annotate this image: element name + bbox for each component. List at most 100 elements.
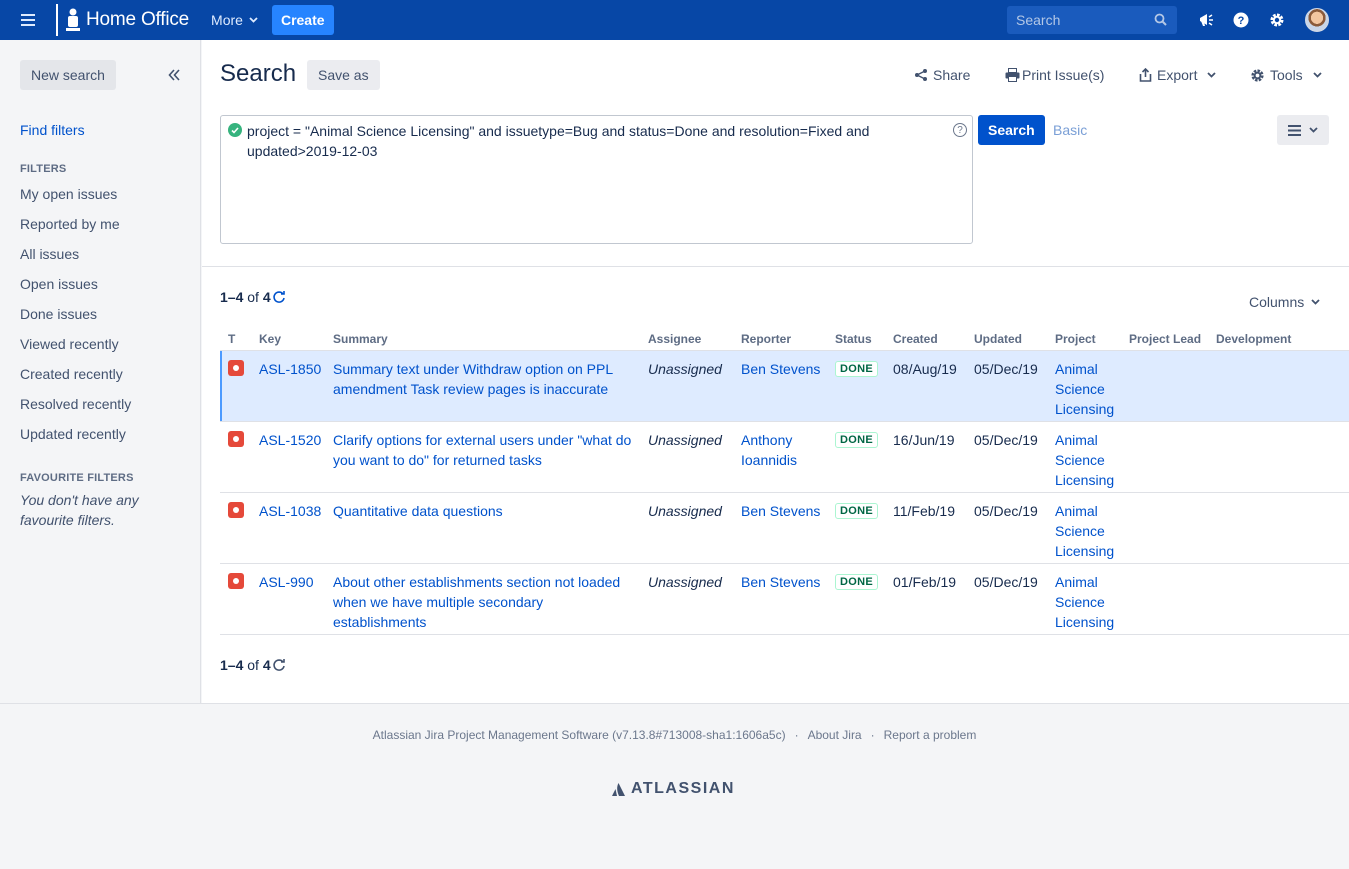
- issue-summary-link[interactable]: About other establishments section not l…: [333, 574, 620, 630]
- filter-done-issues[interactable]: Done issues: [20, 304, 131, 334]
- filter-created-recently[interactable]: Created recently: [20, 364, 131, 394]
- table-row[interactable]: ASL-1038 Quantitative data questions Una…: [220, 492, 1349, 564]
- chevron-down-icon: [1207, 72, 1217, 78]
- issues-table: T Key Summary Assignee Reporter Status C…: [220, 328, 1349, 635]
- search-main-panel: Search Save as Share Print Issue(s) Expo…: [202, 40, 1349, 703]
- issue-key-link[interactable]: ASL-1520: [259, 432, 321, 448]
- tools-label: Tools: [1270, 67, 1303, 83]
- reporter-link[interactable]: Ben Stevens: [741, 361, 820, 377]
- column-header-development[interactable]: Development: [1207, 328, 1349, 351]
- table-row[interactable]: ASL-1850 Summary text under Withdraw opt…: [220, 350, 1349, 422]
- filter-my-open-issues[interactable]: My open issues: [20, 184, 131, 214]
- reporter-link[interactable]: Ben Stevens: [741, 503, 820, 519]
- report-problem-link[interactable]: Report a problem: [884, 728, 977, 742]
- issue-key-link[interactable]: ASL-1850: [259, 361, 321, 377]
- reporter-link[interactable]: Anthony Ioannidis: [741, 432, 797, 468]
- jql-query-input[interactable]: project = "Animal Science Licensing" and…: [220, 115, 973, 244]
- print-issues-button[interactable]: Print Issue(s): [1005, 67, 1104, 83]
- columns-button[interactable]: Columns: [1249, 294, 1320, 310]
- column-header-created[interactable]: Created: [884, 328, 965, 351]
- issue-summary-link[interactable]: Clarify options for external users under…: [333, 432, 631, 468]
- filter-updated-recently[interactable]: Updated recently: [20, 424, 131, 454]
- filters-sidebar: New search Find filters FILTERS My open …: [0, 40, 201, 703]
- filter-reported-by-me[interactable]: Reported by me: [20, 214, 131, 244]
- project-link[interactable]: Animal Science Licensing: [1055, 574, 1114, 630]
- table-row[interactable]: ASL-1520 Clarify options for external us…: [220, 421, 1349, 493]
- find-filters-link[interactable]: Find filters: [20, 122, 85, 138]
- share-label: Share: [933, 67, 971, 83]
- issue-summary-link[interactable]: Summary text under Withdraw option on PP…: [333, 361, 613, 397]
- syntax-help-icon[interactable]: ?: [953, 123, 967, 137]
- crest-icon: [66, 8, 80, 31]
- chevron-down-icon: [1313, 72, 1322, 78]
- column-header-reporter[interactable]: Reporter: [732, 328, 826, 351]
- updated-date: 05/Dec/19: [974, 502, 1038, 519]
- new-search-button[interactable]: New search: [20, 60, 116, 90]
- created-date: 11/Feb/19: [893, 502, 956, 519]
- about-jira-link[interactable]: About Jira: [808, 728, 862, 742]
- favourite-filters-heading: FAVOURITE FILTERS: [20, 472, 134, 484]
- column-header-type[interactable]: T: [220, 328, 250, 351]
- issue-key-link[interactable]: ASL-990: [259, 574, 313, 590]
- chevron-down-icon: [1309, 127, 1318, 133]
- valid-query-check-icon: [228, 123, 242, 137]
- results-count-bottom: 1–4 of 4: [220, 657, 286, 673]
- column-header-status[interactable]: Status: [826, 328, 884, 351]
- software-version-text: Atlassian Jira Project Management Softwa…: [372, 728, 786, 742]
- save-as-button[interactable]: Save as: [307, 60, 380, 90]
- notifications-icon[interactable]: [1196, 10, 1216, 30]
- column-header-updated[interactable]: Updated: [965, 328, 1046, 351]
- user-avatar[interactable]: [1305, 8, 1329, 32]
- reporter-link[interactable]: Ben Stevens: [741, 574, 820, 590]
- global-search-input[interactable]: Search: [1007, 6, 1177, 34]
- filter-resolved-recently[interactable]: Resolved recently: [20, 394, 131, 424]
- settings-gear-icon[interactable]: [1267, 10, 1287, 30]
- export-menu-button[interactable]: Export: [1139, 67, 1217, 83]
- filter-all-issues[interactable]: All issues: [20, 244, 131, 274]
- search-button[interactable]: Search: [978, 115, 1045, 145]
- column-header-key[interactable]: Key: [250, 328, 324, 351]
- created-date: 16/Jun/19: [893, 431, 955, 448]
- basic-mode-link[interactable]: Basic: [1053, 122, 1087, 138]
- gear-icon: [1251, 68, 1264, 82]
- project-link[interactable]: Animal Science Licensing: [1055, 503, 1114, 559]
- column-header-summary[interactable]: Summary: [324, 328, 639, 351]
- column-header-project[interactable]: Project: [1046, 328, 1120, 351]
- logo-divider: [56, 4, 58, 36]
- project-link[interactable]: Animal Science Licensing: [1055, 432, 1114, 488]
- layout-switcher-button[interactable]: [1277, 115, 1329, 145]
- create-button[interactable]: Create: [271, 5, 334, 35]
- atlassian-logo[interactable]: ATLASSIAN: [611, 780, 735, 798]
- share-button[interactable]: Share: [914, 67, 970, 83]
- refresh-icon[interactable]: [272, 658, 286, 672]
- app-menu-icon[interactable]: [0, 0, 56, 40]
- list-view-icon: [1288, 124, 1301, 136]
- more-menu-button[interactable]: More: [201, 4, 268, 36]
- results-count-top: 1–4 of 4: [220, 289, 286, 305]
- footer-links: Atlassian Jira Project Management Softwa…: [372, 728, 977, 742]
- issue-key-link[interactable]: ASL-1038: [259, 503, 321, 519]
- project-link[interactable]: Animal Science Licensing: [1055, 361, 1114, 417]
- tools-menu-button[interactable]: Tools: [1250, 67, 1322, 83]
- export-icon: [1139, 68, 1152, 82]
- bug-icon: [228, 501, 244, 518]
- search-placeholder: Search: [1016, 12, 1061, 28]
- collapse-sidebar-icon[interactable]: [168, 68, 180, 84]
- home-office-logo[interactable]: Home Office: [56, 0, 201, 40]
- filter-open-issues[interactable]: Open issues: [20, 274, 131, 304]
- chevron-down-icon: [1311, 299, 1320, 305]
- bug-icon: [228, 359, 244, 376]
- filters-heading: FILTERS: [20, 163, 67, 175]
- column-header-project-lead[interactable]: Project Lead: [1120, 328, 1207, 351]
- results-total: 4: [262, 657, 271, 673]
- help-icon[interactable]: ?: [1231, 10, 1251, 30]
- filter-viewed-recently[interactable]: Viewed recently: [20, 334, 131, 364]
- issue-summary-link[interactable]: Quantitative data questions: [333, 503, 503, 519]
- table-row[interactable]: ASL-990 About other establishments secti…: [220, 563, 1349, 635]
- refresh-icon[interactable]: [272, 290, 286, 304]
- assignee-value: Unassigned: [648, 360, 722, 377]
- column-header-assignee[interactable]: Assignee: [639, 328, 732, 351]
- print-label: Print Issue(s): [1022, 67, 1105, 83]
- status-badge: DONE: [835, 431, 878, 448]
- atlassian-wordmark: ATLASSIAN: [631, 780, 735, 797]
